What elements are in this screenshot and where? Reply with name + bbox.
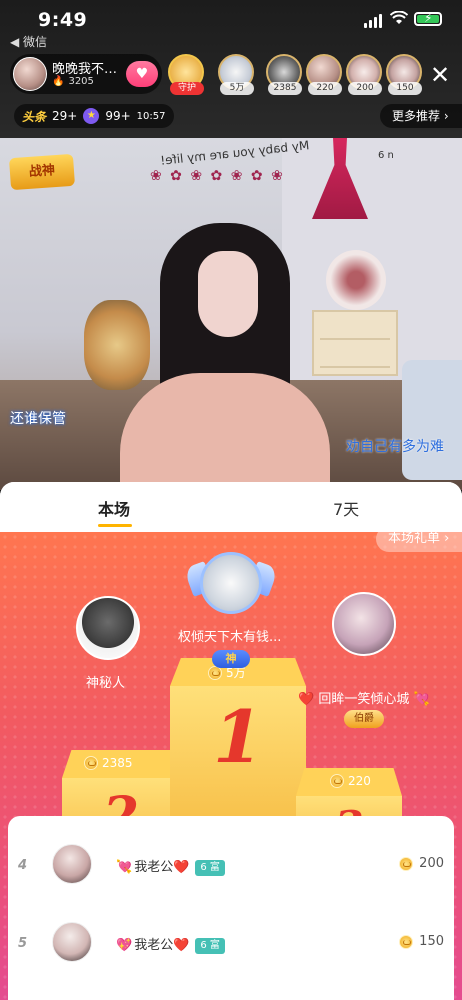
tab-indicator bbox=[98, 524, 132, 527]
close-icon[interactable]: ✕ bbox=[430, 63, 450, 87]
coin-icon bbox=[330, 774, 344, 788]
live-video[interactable]: My baby you are my life! ❀ ✿ ❀ ✿ ❀ ✿ ❀ 战… bbox=[0, 138, 462, 490]
coin-icon bbox=[399, 934, 414, 949]
follow-button[interactable]: ♥ bbox=[126, 61, 158, 87]
headline-brand: 头条 bbox=[22, 109, 47, 124]
rank3-score: 220 bbox=[330, 774, 371, 788]
contribution-value: 150 bbox=[399, 934, 444, 949]
star-time: 10:57 bbox=[136, 110, 166, 122]
rank-number: 5 bbox=[18, 936, 28, 951]
ranking-tabs: 本场 7天 bbox=[0, 482, 462, 532]
contribution-sheet: 本场 7天 本场礼单 › 权倾天下木有钱... 神 神秘人 ❤️ 回眸一笑倾心城… bbox=[0, 482, 462, 1000]
back-to-wechat-link[interactable]: ◀ 微信 bbox=[10, 33, 47, 50]
rank1-name[interactable]: 权倾天下木有钱... bbox=[178, 626, 281, 645]
rank3-name[interactable]: ❤️ 回眸一笑倾心城 💘 bbox=[298, 688, 430, 707]
rank2-score: 2385 bbox=[84, 756, 133, 770]
clock: 9:49 bbox=[38, 9, 88, 31]
signal-icon bbox=[364, 14, 382, 28]
list-item[interactable]: 4 💘 我老公❤️ 6 富 200 bbox=[8, 826, 454, 904]
rank2-name[interactable]: 神秘人 bbox=[86, 672, 125, 691]
viewer-avatar[interactable]: 守护 bbox=[168, 54, 206, 95]
viewer-avatar[interactable]: 200 bbox=[346, 54, 384, 95]
video-corner-tag: 6 n bbox=[378, 150, 394, 161]
contribution-value: 200 bbox=[399, 856, 444, 871]
host-info[interactable]: 晚晚我不… 🔥 3205 ♥ bbox=[10, 54, 162, 94]
viewer-count: 5万 bbox=[220, 82, 254, 95]
rank2-avatar[interactable] bbox=[76, 596, 140, 660]
status-bar: 9:49 ◀ 微信 ⚡ bbox=[0, 0, 462, 49]
headline-badge[interactable]: 头条 29+ ★ 99+ 10:57 bbox=[14, 104, 174, 128]
podium-area: 本场礼单 › 权倾天下木有钱... 神 神秘人 ❤️ 回眸一笑倾心城 💘 伯爵 … bbox=[0, 526, 462, 1000]
viewer-count: 200 bbox=[348, 82, 382, 95]
streamer bbox=[120, 223, 330, 490]
caption-left: 还谁保管 bbox=[10, 411, 66, 427]
headline-count: 29+ bbox=[52, 109, 78, 123]
gift-list-button[interactable]: 本场礼单 › bbox=[376, 526, 462, 552]
live-top-bar: 9:49 ◀ 微信 ⚡ 晚晚我不… 🔥 3205 ♥ 守护 5万 2385 22… bbox=[0, 0, 462, 138]
list-item[interactable]: 5 💖 我老公❤️ 6 富 150 bbox=[8, 904, 454, 982]
viewer-avatar[interactable]: 2385 bbox=[266, 54, 304, 95]
coin-icon bbox=[84, 756, 98, 770]
bouquet bbox=[326, 250, 386, 310]
tab-this-show[interactable]: 本场 bbox=[98, 496, 130, 520]
viewer-avatar[interactable]: 150 bbox=[386, 54, 424, 95]
battery-icon: ⚡ bbox=[414, 11, 442, 26]
rank1-numeral: 1 bbox=[212, 694, 264, 779]
wifi-icon bbox=[390, 11, 408, 24]
viewer-avatar[interactable]: 220 bbox=[306, 54, 344, 95]
heart-follow-icon: ♥ bbox=[135, 66, 149, 82]
host-heat: 🔥 3205 bbox=[52, 76, 94, 87]
guard-badge: 守护 bbox=[170, 82, 204, 95]
host-heat-value: 3205 bbox=[68, 76, 94, 87]
user-name: 💖 我老公❤️ 6 富 bbox=[116, 934, 225, 954]
bed bbox=[402, 360, 462, 480]
more-recommend-button[interactable]: 更多推荐 › bbox=[380, 104, 462, 128]
tab-7-days[interactable]: 7天 bbox=[333, 496, 359, 520]
viewer-count: 2385 bbox=[268, 82, 302, 95]
rank1-badge: 神 bbox=[212, 650, 250, 668]
star-count: 99+ bbox=[105, 109, 131, 123]
avatar[interactable] bbox=[52, 922, 92, 962]
guard-logo: 战神 bbox=[8, 153, 76, 191]
ranking-list: 4 💘 我老公❤️ 6 富 200 5 💖 我老公❤️ 6 富 150 bbox=[8, 816, 454, 1000]
host-avatar[interactable] bbox=[13, 57, 47, 91]
user-name: 💘 我老公❤️ 6 富 bbox=[116, 856, 225, 876]
host-name: 晚晚我不… bbox=[52, 62, 118, 77]
rank3-avatar[interactable] bbox=[332, 592, 396, 656]
fire-icon: 🔥 bbox=[52, 76, 65, 87]
wealth-badge: 6 富 bbox=[195, 859, 225, 876]
viewer-count: 150 bbox=[388, 82, 422, 95]
star-icon: ★ bbox=[83, 108, 100, 124]
avatar[interactable] bbox=[52, 844, 92, 884]
viewer-count: 220 bbox=[308, 82, 342, 95]
rank1-avatar[interactable] bbox=[183, 548, 279, 634]
rank-number: 4 bbox=[18, 858, 28, 873]
viewer-avatar[interactable]: 5万 bbox=[218, 54, 256, 95]
coin-icon bbox=[399, 856, 414, 871]
wealth-badge: 6 富 bbox=[195, 937, 225, 954]
rank3-badge: 伯爵 bbox=[344, 710, 384, 728]
caption-right: 劝自己有多为难 bbox=[346, 439, 444, 455]
